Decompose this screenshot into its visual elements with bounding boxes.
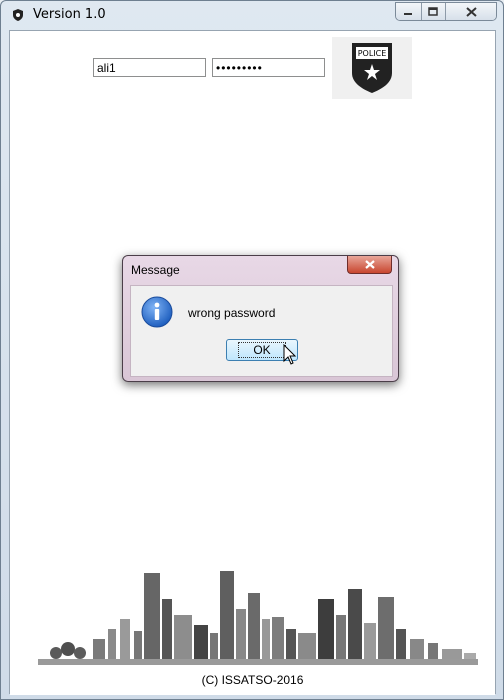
mouse-cursor-icon xyxy=(283,344,297,365)
maximize-button[interactable] xyxy=(421,3,447,20)
maximize-icon xyxy=(428,7,438,16)
minimize-button[interactable] xyxy=(396,3,422,20)
window-title: Version 1.0 xyxy=(33,7,106,22)
message-dialog: Message wrong password OK xyxy=(122,255,399,382)
dialog-title: Message xyxy=(131,263,180,277)
info-icon xyxy=(141,296,173,328)
minimize-icon xyxy=(404,12,413,15)
shield-icon xyxy=(13,9,23,21)
copyright-footer: (C) ISSATSO-2016 xyxy=(10,665,495,695)
close-button[interactable] xyxy=(446,3,496,20)
username-input[interactable] xyxy=(93,58,206,77)
city-skyline-image xyxy=(38,571,478,665)
window-controls xyxy=(395,2,497,21)
badge-text: POLICE xyxy=(358,49,387,58)
password-input[interactable] xyxy=(212,58,325,77)
dialog-body: wrong password OK xyxy=(130,285,393,377)
dialog-message: wrong password xyxy=(188,306,276,320)
ok-button-label: OK xyxy=(238,342,286,358)
police-badge-icon: POLICE xyxy=(352,43,392,93)
dialog-close-button[interactable] xyxy=(347,256,392,274)
close-icon xyxy=(465,6,477,17)
title-bar[interactable]: Version 1.0 xyxy=(1,1,503,29)
police-badge: POLICE xyxy=(332,37,412,99)
close-icon xyxy=(364,260,375,269)
